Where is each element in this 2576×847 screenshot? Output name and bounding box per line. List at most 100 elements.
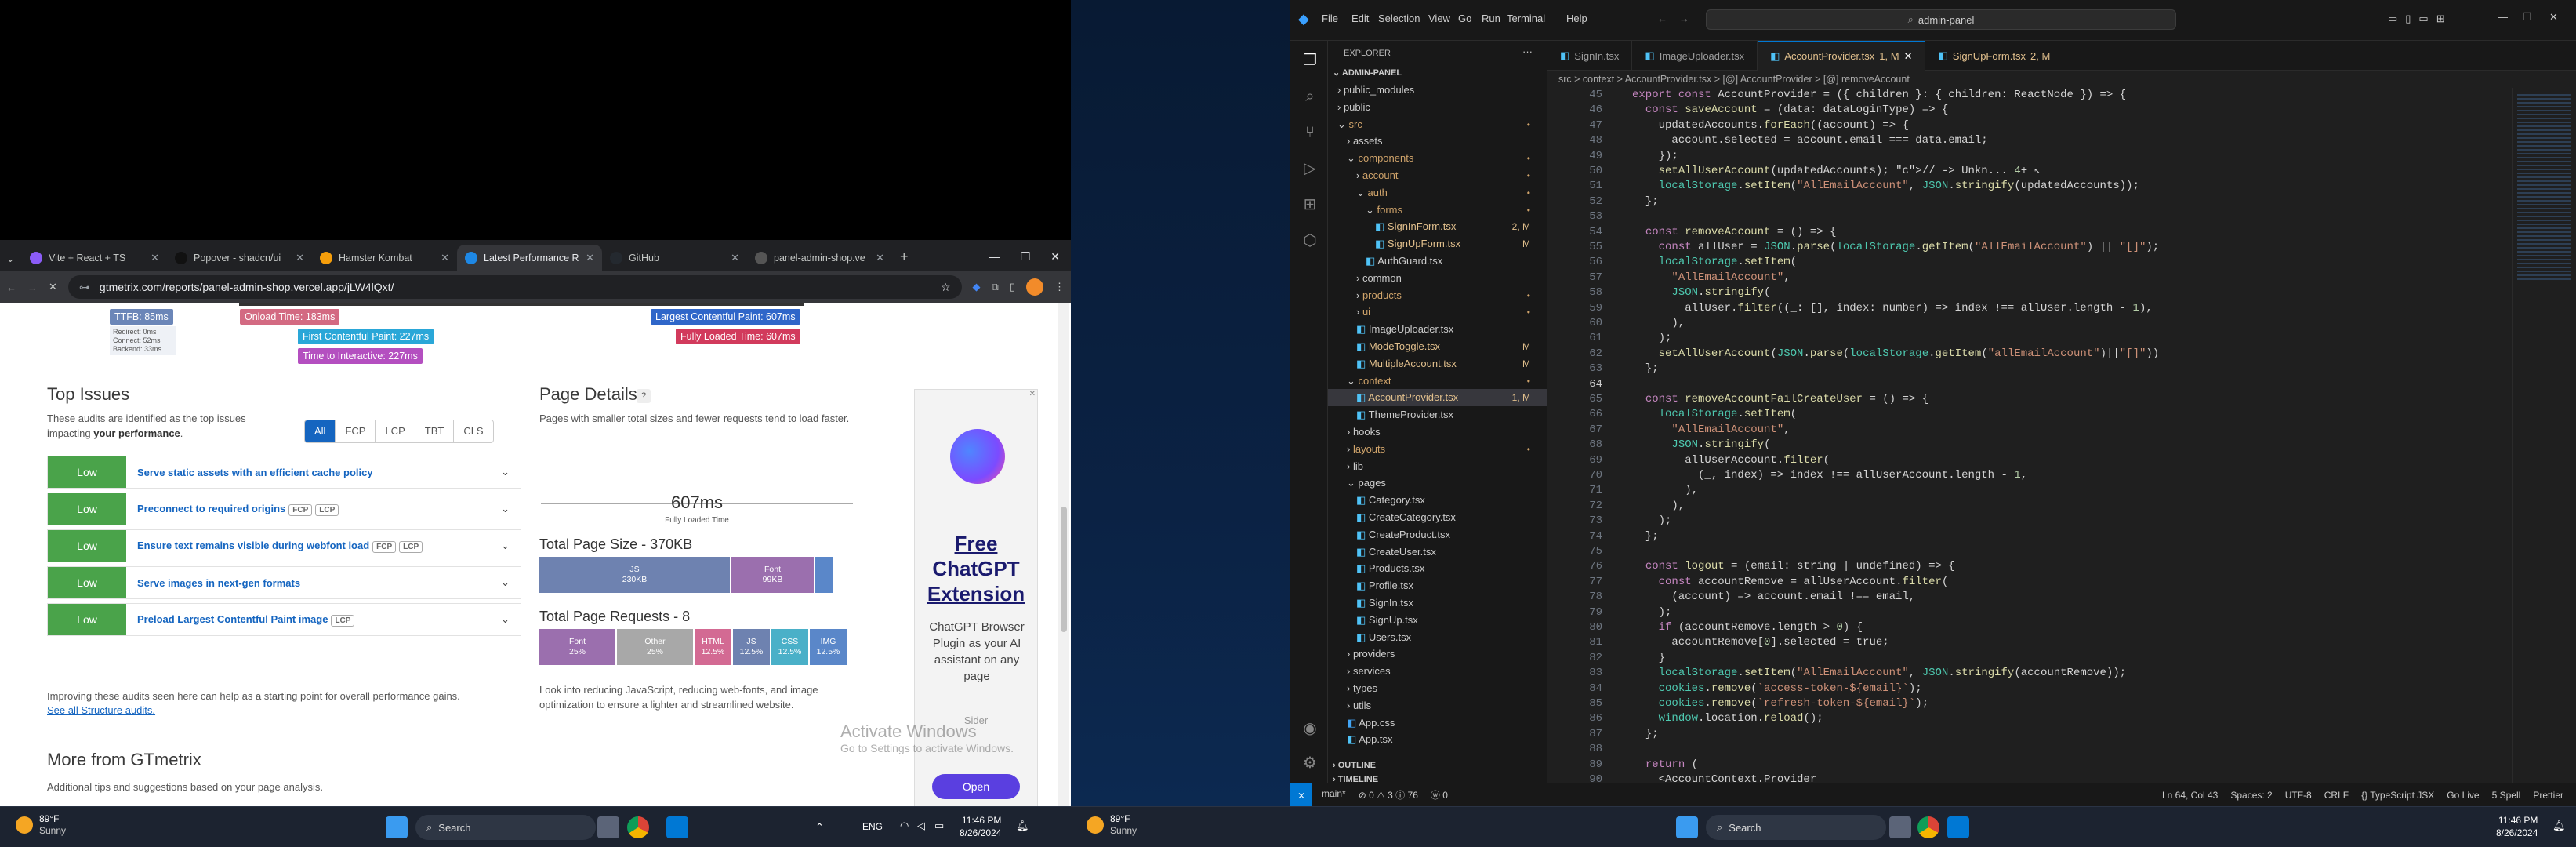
- menu-file[interactable]: File: [1322, 13, 1338, 24]
- tree-folder[interactable]: › assets: [1328, 133, 1547, 150]
- tree-file[interactable]: ◧ SignIn.tsx: [1328, 594, 1547, 612]
- status-item[interactable]: Go Live: [2447, 790, 2479, 801]
- notification-bell-icon-right[interactable]: 🔔︎: [2552, 820, 2566, 832]
- editor-tab[interactable]: ◧ AccountProvider.tsx 1, M ✕: [1758, 41, 1926, 71]
- menu-terminal[interactable]: Terminal: [1507, 13, 1545, 24]
- filter-fcp[interactable]: FCP: [335, 420, 375, 442]
- chevron-down-icon[interactable]: ⌄: [501, 503, 510, 515]
- site-info-icon[interactable]: ⊶: [79, 281, 90, 294]
- status-item[interactable]: 5 Spell: [2492, 790, 2521, 801]
- tree-file[interactable]: ◧ SignUp.tsx: [1328, 612, 1547, 629]
- workspace-root[interactable]: ⌄ ADMIN-PANEL: [1333, 67, 1402, 78]
- tree-file[interactable]: ◧ CreateUser.tsx: [1328, 543, 1547, 561]
- issue-row[interactable]: Low Preload Largest Contentful Paint imag…: [47, 603, 521, 636]
- browser-tab[interactable]: panel-admin-shop.ve ✕: [747, 245, 892, 271]
- status-item[interactable]: main*: [1322, 788, 1346, 802]
- ad-close-icon[interactable]: ✕: [1029, 390, 1036, 398]
- taskbar-search[interactable]: ⌕ Search: [415, 815, 596, 840]
- minimize-icon[interactable]: —: [989, 250, 1000, 264]
- chrome-taskbar-icon-right[interactable]: [1917, 816, 1939, 838]
- new-tab-icon[interactable]: +: [900, 249, 909, 265]
- tree-file[interactable]: ◧ App.tsx: [1328, 731, 1547, 748]
- manage-gear-icon[interactable]: ⚙: [1301, 754, 1319, 772]
- tree-folder[interactable]: ⌄ auth •: [1328, 184, 1547, 202]
- wifi-icon[interactable]: ◠: [900, 820, 909, 832]
- start-icon[interactable]: [386, 816, 408, 838]
- weather-widget[interactable]: 89°F Sunny: [16, 813, 66, 837]
- tree-file[interactable]: ◧ SignUpForm.tsx M: [1328, 235, 1547, 253]
- vscode-close-icon[interactable]: ✕: [2549, 11, 2558, 24]
- help-icon[interactable]: ?: [637, 389, 651, 403]
- menu-run[interactable]: Run: [1482, 13, 1500, 24]
- ad-open-button[interactable]: Open: [932, 774, 1020, 799]
- extension-icon[interactable]: ◆: [973, 281, 981, 293]
- tray-chevron-icon[interactable]: ⌃: [815, 821, 824, 834]
- tree-file[interactable]: ◧ CreateProduct.tsx: [1328, 526, 1547, 543]
- tree-folder[interactable]: › account •: [1328, 167, 1547, 184]
- filter-cls[interactable]: CLS: [453, 420, 492, 442]
- tree-file[interactable]: ◧ Category.tsx: [1328, 492, 1547, 509]
- remote-indicator[interactable]: ⨯: [1290, 783, 1312, 806]
- vscode-taskbar-icon-right[interactable]: [1947, 816, 1969, 838]
- weather-widget-right[interactable]: 89°F Sunny: [1087, 813, 1137, 837]
- browser-tab[interactable]: Latest Performance R ✕: [457, 245, 602, 271]
- filter-lcp[interactable]: LCP: [375, 420, 414, 442]
- start-icon-right[interactable]: [1676, 816, 1698, 838]
- status-item[interactable]: CRLF: [2324, 790, 2349, 801]
- menu-view[interactable]: View: [1428, 13, 1450, 24]
- menu-kebab-icon[interactable]: ⋮: [1054, 281, 1065, 293]
- status-item[interactable]: Spaces: 2: [2230, 790, 2272, 801]
- task-view-icon[interactable]: [597, 816, 619, 838]
- filter-all[interactable]: All: [305, 420, 336, 442]
- status-item[interactable]: ⊘ 0 ⚠ 3 ⓘ 76: [1359, 788, 1418, 802]
- tree-folder[interactable]: › utils: [1328, 697, 1547, 714]
- tree-file[interactable]: ◧ ImageUploader.tsx: [1328, 321, 1547, 338]
- tree-file[interactable]: ◧ MultipleAccount.tsx M: [1328, 355, 1547, 373]
- tree-folder[interactable]: ⌄ src •: [1328, 116, 1547, 133]
- nav-forward-icon[interactable]: →: [1679, 13, 1689, 24]
- extensions-puzzle-icon[interactable]: ⧉: [992, 281, 999, 293]
- nav-back-icon[interactable]: ←: [1657, 13, 1667, 24]
- browser-tab[interactable]: Hamster Kombat ✕: [312, 245, 457, 271]
- tree-file[interactable]: ◧ AccountProvider.tsx 1, M: [1328, 389, 1547, 407]
- tree-file[interactable]: ◧ AuthGuard.tsx: [1328, 253, 1547, 270]
- back-icon[interactable]: ←: [6, 282, 16, 293]
- notification-bell-icon[interactable]: 🔔︎: [1016, 820, 1029, 832]
- tab-close-icon[interactable]: ✕: [586, 252, 594, 264]
- command-center[interactable]: ⌕ admin-panel: [1706, 9, 2176, 30]
- vscode-maximize-icon[interactable]: ❐: [2523, 11, 2532, 24]
- tab-close-icon[interactable]: ✕: [151, 252, 159, 264]
- vscode-minimize-icon[interactable]: —: [2498, 11, 2508, 23]
- tree-folder[interactable]: ⌄ pages: [1328, 474, 1547, 492]
- task-view-icon-right[interactable]: [1889, 816, 1911, 838]
- status-item[interactable]: ⓦ 0: [1431, 788, 1448, 802]
- issue-row[interactable]: Low Serve static assets with an efficient…: [47, 456, 521, 489]
- minimap[interactable]: [2512, 88, 2576, 783]
- status-item[interactable]: Ln 64, Col 43: [2162, 790, 2218, 801]
- maximize-icon[interactable]: ❐: [1021, 250, 1031, 264]
- profile-avatar[interactable]: [1026, 278, 1043, 296]
- tab-close-icon[interactable]: ✕: [296, 252, 304, 264]
- menu-edit[interactable]: Edit: [1351, 13, 1369, 24]
- address-bar[interactable]: ⊶ gtmetrix.com/reports/panel-admin-shop.…: [67, 275, 962, 299]
- tree-folder[interactable]: ⌄ forms •: [1328, 202, 1547, 219]
- tab-search-button[interactable]: ⌄: [3, 245, 22, 271]
- close-icon[interactable]: ✕: [1904, 50, 1913, 63]
- clock[interactable]: 11:46 PM 8/26/2024: [960, 814, 1001, 839]
- tree-folder[interactable]: › public_modules: [1328, 82, 1547, 99]
- breadcrumb[interactable]: src > context > AccountProvider.tsx > [@…: [1547, 71, 2576, 88]
- chrome-taskbar-icon[interactable]: [627, 816, 649, 838]
- status-item[interactable]: {} TypeScript JSX: [2361, 790, 2434, 801]
- layout-icons[interactable]: ▭▯▭⊞: [2388, 13, 2453, 25]
- browser-tab[interactable]: GitHub ✕: [602, 245, 747, 271]
- outline-section[interactable]: › OUTLINE: [1333, 761, 1376, 770]
- tree-folder[interactable]: ⌄ components •: [1328, 150, 1547, 167]
- tree-folder[interactable]: › products •: [1328, 287, 1547, 304]
- source-control-icon[interactable]: ⑂: [1301, 124, 1319, 141]
- search-view-icon[interactable]: ⌕: [1301, 88, 1319, 105]
- browser-tab[interactable]: Popover - shadcn/ui ✕: [167, 245, 312, 271]
- menu-selection[interactable]: Selection: [1378, 13, 1420, 24]
- tree-file[interactable]: ◧ ModeToggle.tsx M: [1328, 338, 1547, 355]
- tree-folder[interactable]: › hooks: [1328, 424, 1547, 441]
- tree-folder[interactable]: › public: [1328, 99, 1547, 116]
